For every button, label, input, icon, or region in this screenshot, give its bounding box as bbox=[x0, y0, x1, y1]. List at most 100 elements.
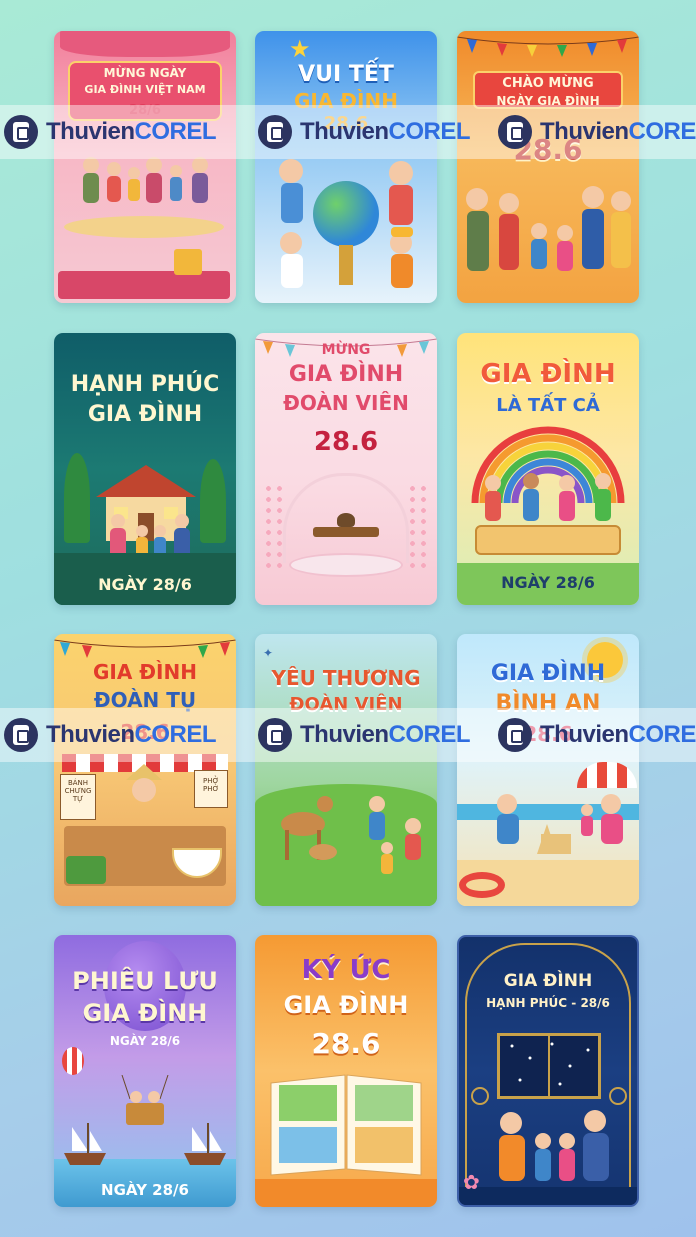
poster-card-6[interactable]: GIA ĐÌNH LÀ TẤT CẢ NGÀY 28/6 bbox=[457, 333, 639, 605]
curtain bbox=[60, 31, 230, 57]
bunting bbox=[457, 35, 639, 57]
corel-logo-icon bbox=[258, 115, 292, 149]
swim-ring-icon bbox=[459, 872, 505, 898]
watermark-item: ThuvienCOREL bbox=[4, 716, 217, 754]
card-date: NGÀY 28/6 bbox=[501, 573, 595, 592]
watermark-item: ThuvienCOREL bbox=[498, 716, 696, 754]
family-illustration bbox=[76, 151, 216, 221]
card-title-line1: MỪNG bbox=[321, 342, 371, 358]
stage bbox=[289, 553, 403, 577]
watermark-text-part2: COREL bbox=[628, 721, 696, 748]
watermark-text-part1: Thuvien bbox=[46, 721, 135, 748]
balloon-basket-family bbox=[116, 1074, 174, 1131]
watermark-item: ThuvienCOREL bbox=[258, 716, 471, 754]
book-icon bbox=[475, 525, 621, 555]
card-title-line1: MỪNG NGÀY bbox=[103, 66, 187, 80]
card-title-line2: HẠNH PHÚC - 28/6 bbox=[486, 996, 610, 1010]
poster-card-11[interactable]: KÝ ỨC GIA ĐÌNH 28.6 bbox=[255, 935, 437, 1207]
watermark-text-part2: COREL bbox=[628, 118, 696, 145]
vendor-face bbox=[132, 778, 156, 802]
family-illustration bbox=[487, 1107, 617, 1187]
night-window bbox=[497, 1033, 601, 1099]
corel-logo-icon bbox=[4, 718, 38, 752]
card-title-line1: HẠNH PHÚC bbox=[70, 372, 220, 397]
ship-icon bbox=[62, 1121, 108, 1167]
corel-logo-icon bbox=[498, 718, 532, 752]
teapot-icon bbox=[337, 513, 355, 527]
gift-table bbox=[58, 271, 230, 299]
flower-vine bbox=[407, 483, 429, 573]
watermark-text-part1: Thuvien bbox=[46, 118, 135, 145]
flower-vine bbox=[263, 483, 285, 573]
gift-box-icon bbox=[174, 249, 202, 275]
card-title-line2: GIA ĐÌNH bbox=[283, 991, 409, 1019]
card-title-line2: GIA ĐÌNH bbox=[82, 999, 208, 1027]
poster-card-3[interactable]: CHÀO MỪNG NGÀY GIA ĐÌNH 28.6 bbox=[457, 31, 639, 303]
deer-family-illustration bbox=[263, 764, 433, 884]
corel-logo-icon bbox=[498, 115, 532, 149]
poster-card-5[interactable]: MỪNG GIA ĐÌNH ĐOÀN VIÊN 28.6 bbox=[255, 333, 437, 605]
watermark-text-part2: COREL bbox=[134, 721, 217, 748]
card-title-date: 28.6 bbox=[313, 427, 379, 457]
card-date: NGÀY 28/6 bbox=[101, 1181, 189, 1199]
card-title-line1: GIA ĐÌNH bbox=[503, 971, 593, 991]
watermark-text-part1: Thuvien bbox=[540, 721, 629, 748]
card-title-line1: GIA ĐÌNH bbox=[93, 660, 197, 684]
watermark-item: ThuvienCOREL bbox=[4, 113, 217, 151]
poster-card-8[interactable]: ✦ YÊU THƯƠNG ĐOÀN VIÊN bbox=[255, 634, 437, 906]
card-title-line2: GIA ĐÌNH bbox=[288, 362, 404, 387]
card-title-line1: GIA ĐÌNH bbox=[480, 359, 616, 389]
card-title-line1: KÝ ỨC bbox=[301, 955, 391, 985]
card-title-line1: CHÀO MỪNG bbox=[502, 76, 594, 91]
card-title-line1: GIA ĐÌNH bbox=[490, 661, 606, 686]
poster-card-4[interactable]: HẠNH PHÚC GIA ĐÌNH NGÀY 28/6 bbox=[54, 333, 236, 605]
poster-card-2[interactable]: ★ VUI TẾT GIA ĐÌNH 28.6 bbox=[255, 31, 437, 303]
beach-family-illustration bbox=[477, 784, 627, 864]
watermark-text-part2: COREL bbox=[388, 118, 471, 145]
card-title-line1: YÊU THƯƠNG bbox=[271, 666, 421, 690]
watermark-text-part1: Thuvien bbox=[300, 721, 389, 748]
card-title-line2: GIA ĐÌNH VIỆT NAM bbox=[84, 83, 206, 96]
star-icon: ★ bbox=[289, 35, 311, 63]
corel-logo-icon bbox=[4, 115, 38, 149]
sign-pho: PHỞ PHỞ bbox=[194, 770, 228, 808]
tea-table bbox=[313, 527, 379, 537]
watermark-text-part2: COREL bbox=[134, 118, 217, 145]
watermark-strip-middle: ThuvienCOREL ThuvienCOREL ThuvienCOREL bbox=[0, 708, 696, 762]
corel-logo-icon bbox=[258, 718, 292, 752]
banh-chung-icon bbox=[66, 856, 106, 884]
poster-card-12[interactable]: GIA ĐÌNH HẠNH PHÚC - 28/6 ✿ bbox=[457, 935, 639, 1207]
poster-card-10[interactable]: PHIÊU LƯU GIA ĐÌNH NGÀY 28/6 NGÀY 28/6 bbox=[54, 935, 236, 1207]
sign-banh-chung: BÁNH CHƯNG TỰ bbox=[60, 774, 96, 820]
card-title-line1: VUI TẾT bbox=[298, 62, 394, 87]
kids-illustration bbox=[261, 151, 431, 301]
ornament-icon bbox=[471, 1087, 489, 1105]
watermark-item: ThuvienCOREL bbox=[258, 113, 471, 151]
card-title-line2: LÀ TẤT CẢ bbox=[496, 395, 600, 416]
family-illustration bbox=[459, 181, 637, 299]
card-title-date: 28.6 bbox=[311, 1027, 381, 1060]
kids-illustration bbox=[477, 471, 619, 531]
watermark-text-part1: Thuvien bbox=[540, 118, 629, 145]
poster-card-1[interactable]: MỪNG NGÀY GIA ĐÌNH VIỆT NAM 28/6 bbox=[54, 31, 236, 303]
poster-card-7[interactable]: GIA ĐÌNH ĐOÀN TỤ 28.6 BÁNH CHƯNG TỰ PHỞ … bbox=[54, 634, 236, 906]
tree-icon bbox=[200, 459, 226, 543]
tree-icon bbox=[64, 453, 90, 543]
watermark-text-part1: Thuvien bbox=[300, 118, 389, 145]
poster-card-9[interactable]: GIA ĐÌNH BÌNH AN 28.6 bbox=[457, 634, 639, 906]
stage bbox=[64, 216, 224, 238]
card-title-line3: ĐOÀN VIÊN bbox=[283, 391, 409, 415]
bird-icon: ✦ bbox=[263, 646, 274, 660]
card-date: NGÀY 28/6 bbox=[98, 575, 192, 594]
bunting bbox=[54, 638, 236, 660]
lotus-icon: ✿ bbox=[463, 1170, 480, 1194]
watermark-item: ThuvienCOREL bbox=[498, 113, 696, 151]
open-photo-book-icon bbox=[267, 1067, 425, 1179]
small-balloon-icon bbox=[62, 1047, 84, 1075]
watermark-strip-top: ThuvienCOREL ThuvienCOREL ThuvienCOREL bbox=[0, 105, 696, 159]
card-title-line1: PHIÊU LƯU bbox=[72, 967, 218, 995]
watermark-text-part2: COREL bbox=[388, 721, 471, 748]
ornament-icon bbox=[609, 1087, 627, 1105]
table-surface bbox=[255, 1179, 437, 1207]
card-title-subdate: NGÀY 28/6 bbox=[109, 1034, 181, 1048]
